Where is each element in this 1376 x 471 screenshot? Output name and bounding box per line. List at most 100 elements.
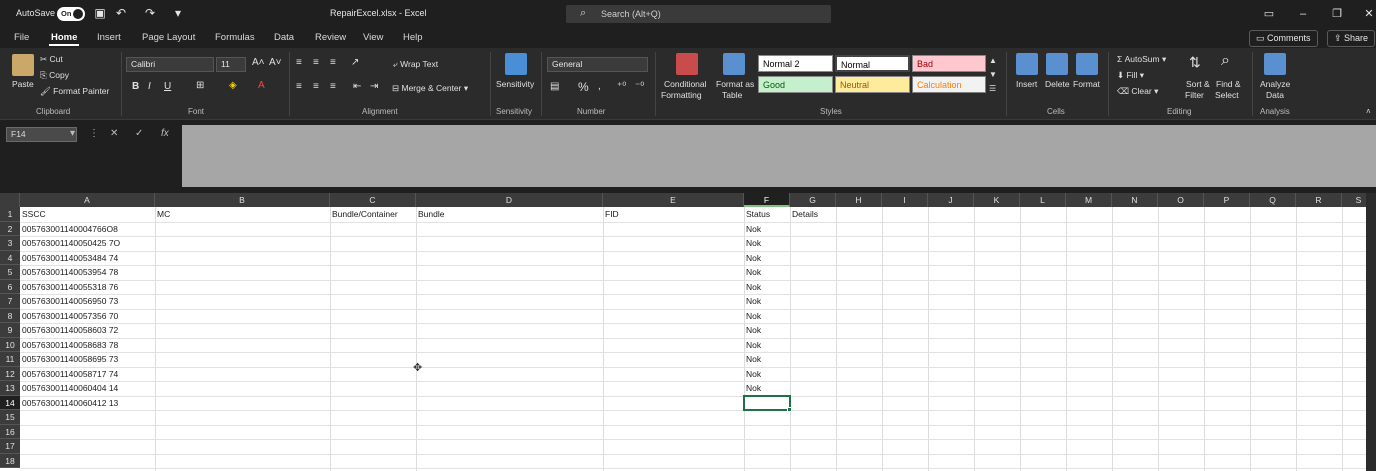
tab-view[interactable]: View (363, 32, 383, 43)
style-normal-2[interactable]: Normal 2 (758, 55, 833, 72)
orientation-icon[interactable]: ↗ (351, 57, 359, 68)
tab-home[interactable]: Home (48, 32, 80, 46)
column-header-h[interactable]: H (836, 193, 882, 207)
undo-icon[interactable]: ↶ (114, 6, 128, 20)
fill-button[interactable]: ⬇ Fill ▾ (1117, 70, 1144, 81)
sscc-cell[interactable]: 005763001140056950 73 (20, 294, 155, 309)
comma-icon[interactable]: , (598, 81, 601, 92)
clear-button[interactable]: ⌫ Clear ▾ (1117, 86, 1158, 97)
row-header-10[interactable]: 10 (0, 337, 20, 352)
tab-data[interactable]: Data (274, 32, 294, 43)
accounting-icon[interactable]: ▤ (550, 81, 559, 92)
minimize-icon[interactable]: – (1286, 0, 1320, 28)
column-header-e[interactable]: E (603, 193, 744, 207)
cancel-icon[interactable]: ✕ (110, 128, 118, 139)
status-cell[interactable]: Nok (744, 309, 790, 324)
tab-page-layout[interactable]: Page Layout (142, 32, 195, 43)
column-header-f[interactable]: F (744, 193, 790, 207)
name-box-dropdown-icon[interactable]: ▾ (70, 128, 75, 139)
row-header-15[interactable]: 15 (0, 410, 20, 425)
column-header-q[interactable]: Q (1250, 193, 1296, 207)
paste-button[interactable]: Paste (12, 79, 34, 89)
save-icon[interactable]: ▣ (93, 6, 107, 20)
column-header-r[interactable]: R (1296, 193, 1342, 207)
tab-file[interactable]: File (14, 32, 29, 43)
align-left-icon[interactable]: ≡ (296, 81, 302, 92)
status-cell[interactable]: Nok (744, 338, 790, 353)
sscc-cell[interactable]: 005763001140053954 78 (20, 265, 155, 280)
sensitivity-button[interactable]: Sensitivity (496, 79, 534, 89)
delete-cells-icon[interactable] (1046, 53, 1068, 75)
increase-indent-icon[interactable]: ⇥ (370, 81, 378, 92)
redo-icon[interactable]: ↷ (143, 6, 157, 20)
italic-button[interactable]: I (148, 81, 151, 92)
styles-scroll-down-icon[interactable]: ▼ (989, 70, 997, 79)
column-header-m[interactable]: M (1066, 193, 1112, 207)
wrap-text-button[interactable]: ⤶ Wrap Text (393, 59, 438, 70)
sscc-cell[interactable]: 005763001140004766O8 (20, 222, 155, 237)
sscc-cell[interactable]: 005763001140055318 76 (20, 280, 155, 295)
column-header-b[interactable]: B (155, 193, 330, 207)
conditional-formatting-icon[interactable] (676, 53, 698, 75)
decrease-font-icon[interactable]: A˅ (269, 57, 282, 68)
style-calculation[interactable]: Calculation (912, 76, 986, 93)
row-header-3[interactable]: 3 (0, 236, 20, 251)
sscc-cell[interactable]: 005763001140050425 7O (20, 236, 155, 251)
sscc-cell[interactable]: 005763001140058695 73 (20, 352, 155, 367)
tab-insert[interactable]: Insert (97, 32, 121, 43)
name-box[interactable]: F14 (6, 127, 77, 142)
cut-button[interactable]: ✂ Cut (40, 54, 63, 65)
delete-button[interactable]: Delete (1045, 79, 1070, 89)
percent-button[interactable]: % (578, 80, 589, 94)
row-header-7[interactable]: 7 (0, 294, 20, 309)
vertical-scrollbar[interactable] (1366, 193, 1376, 471)
header-cell-f[interactable]: Status (744, 207, 790, 222)
align-center-icon[interactable]: ≡ (313, 81, 319, 92)
autosave-toggle[interactable]: On (57, 7, 85, 21)
header-cell-e[interactable]: FID (603, 207, 744, 222)
decrease-indent-icon[interactable]: ⇤ (353, 81, 361, 92)
increase-decimal-icon[interactable]: ⁺⁰ (617, 81, 626, 92)
close-icon[interactable]: ✕ (1352, 0, 1376, 28)
style-good[interactable]: Good (758, 76, 833, 93)
status-cell[interactable]: Nok (744, 381, 790, 396)
style-normal[interactable]: Normal (835, 55, 910, 72)
sscc-cell[interactable]: 005763001140060404 14 (20, 381, 155, 396)
styles-more-icon[interactable]: ☰ (989, 84, 996, 93)
analyze-line-1[interactable]: Analyze (1260, 79, 1290, 89)
select-all-corner[interactable] (0, 193, 20, 207)
status-cell[interactable]: Nok (744, 222, 790, 237)
style-bad[interactable]: Bad (912, 55, 986, 72)
column-header-c[interactable]: C (330, 193, 416, 207)
status-cell[interactable]: Nok (744, 265, 790, 280)
paste-icon[interactable] (12, 54, 34, 76)
row-header-14[interactable]: 14 (0, 395, 20, 410)
font-size-dropdown[interactable]: 11 (216, 57, 246, 72)
enter-icon[interactable]: ✓ (135, 128, 143, 139)
row-header-18[interactable]: 18 (0, 453, 20, 468)
style-neutral[interactable]: Neutral (835, 76, 910, 93)
sscc-cell[interactable]: 005763001140057356 70 (20, 309, 155, 324)
borders-icon[interactable]: ⊞ (196, 80, 204, 91)
sscc-cell[interactable]: 005763001140053484 74 (20, 251, 155, 266)
status-cell[interactable]: Nok (744, 236, 790, 251)
fill-handle[interactable] (787, 407, 792, 412)
underline-button[interactable]: U (164, 81, 171, 92)
row-header-1[interactable]: 1 (0, 207, 20, 222)
format-button[interactable]: Format (1073, 79, 1100, 89)
row-header-2[interactable]: 2 (0, 221, 20, 236)
header-cell-b[interactable]: MC (155, 207, 330, 222)
conditional-line-1[interactable]: Conditional (664, 79, 707, 89)
sort-line-2[interactable]: Filter (1185, 90, 1204, 100)
format-table-icon[interactable] (723, 53, 745, 75)
column-header-k[interactable]: K (974, 193, 1020, 207)
collapse-ribbon-icon[interactable]: ˄ (1366, 107, 1371, 116)
tab-help[interactable]: Help (403, 32, 423, 43)
tab-review[interactable]: Review (315, 32, 346, 43)
align-right-icon[interactable]: ≡ (330, 81, 336, 92)
column-header-l[interactable]: L (1020, 193, 1066, 207)
row-header-12[interactable]: 12 (0, 366, 20, 381)
sscc-cell[interactable]: 005763001140058683 78 (20, 338, 155, 353)
status-cell[interactable]: Nok (744, 367, 790, 382)
comments-button[interactable]: ▭ Comments (1249, 30, 1318, 47)
